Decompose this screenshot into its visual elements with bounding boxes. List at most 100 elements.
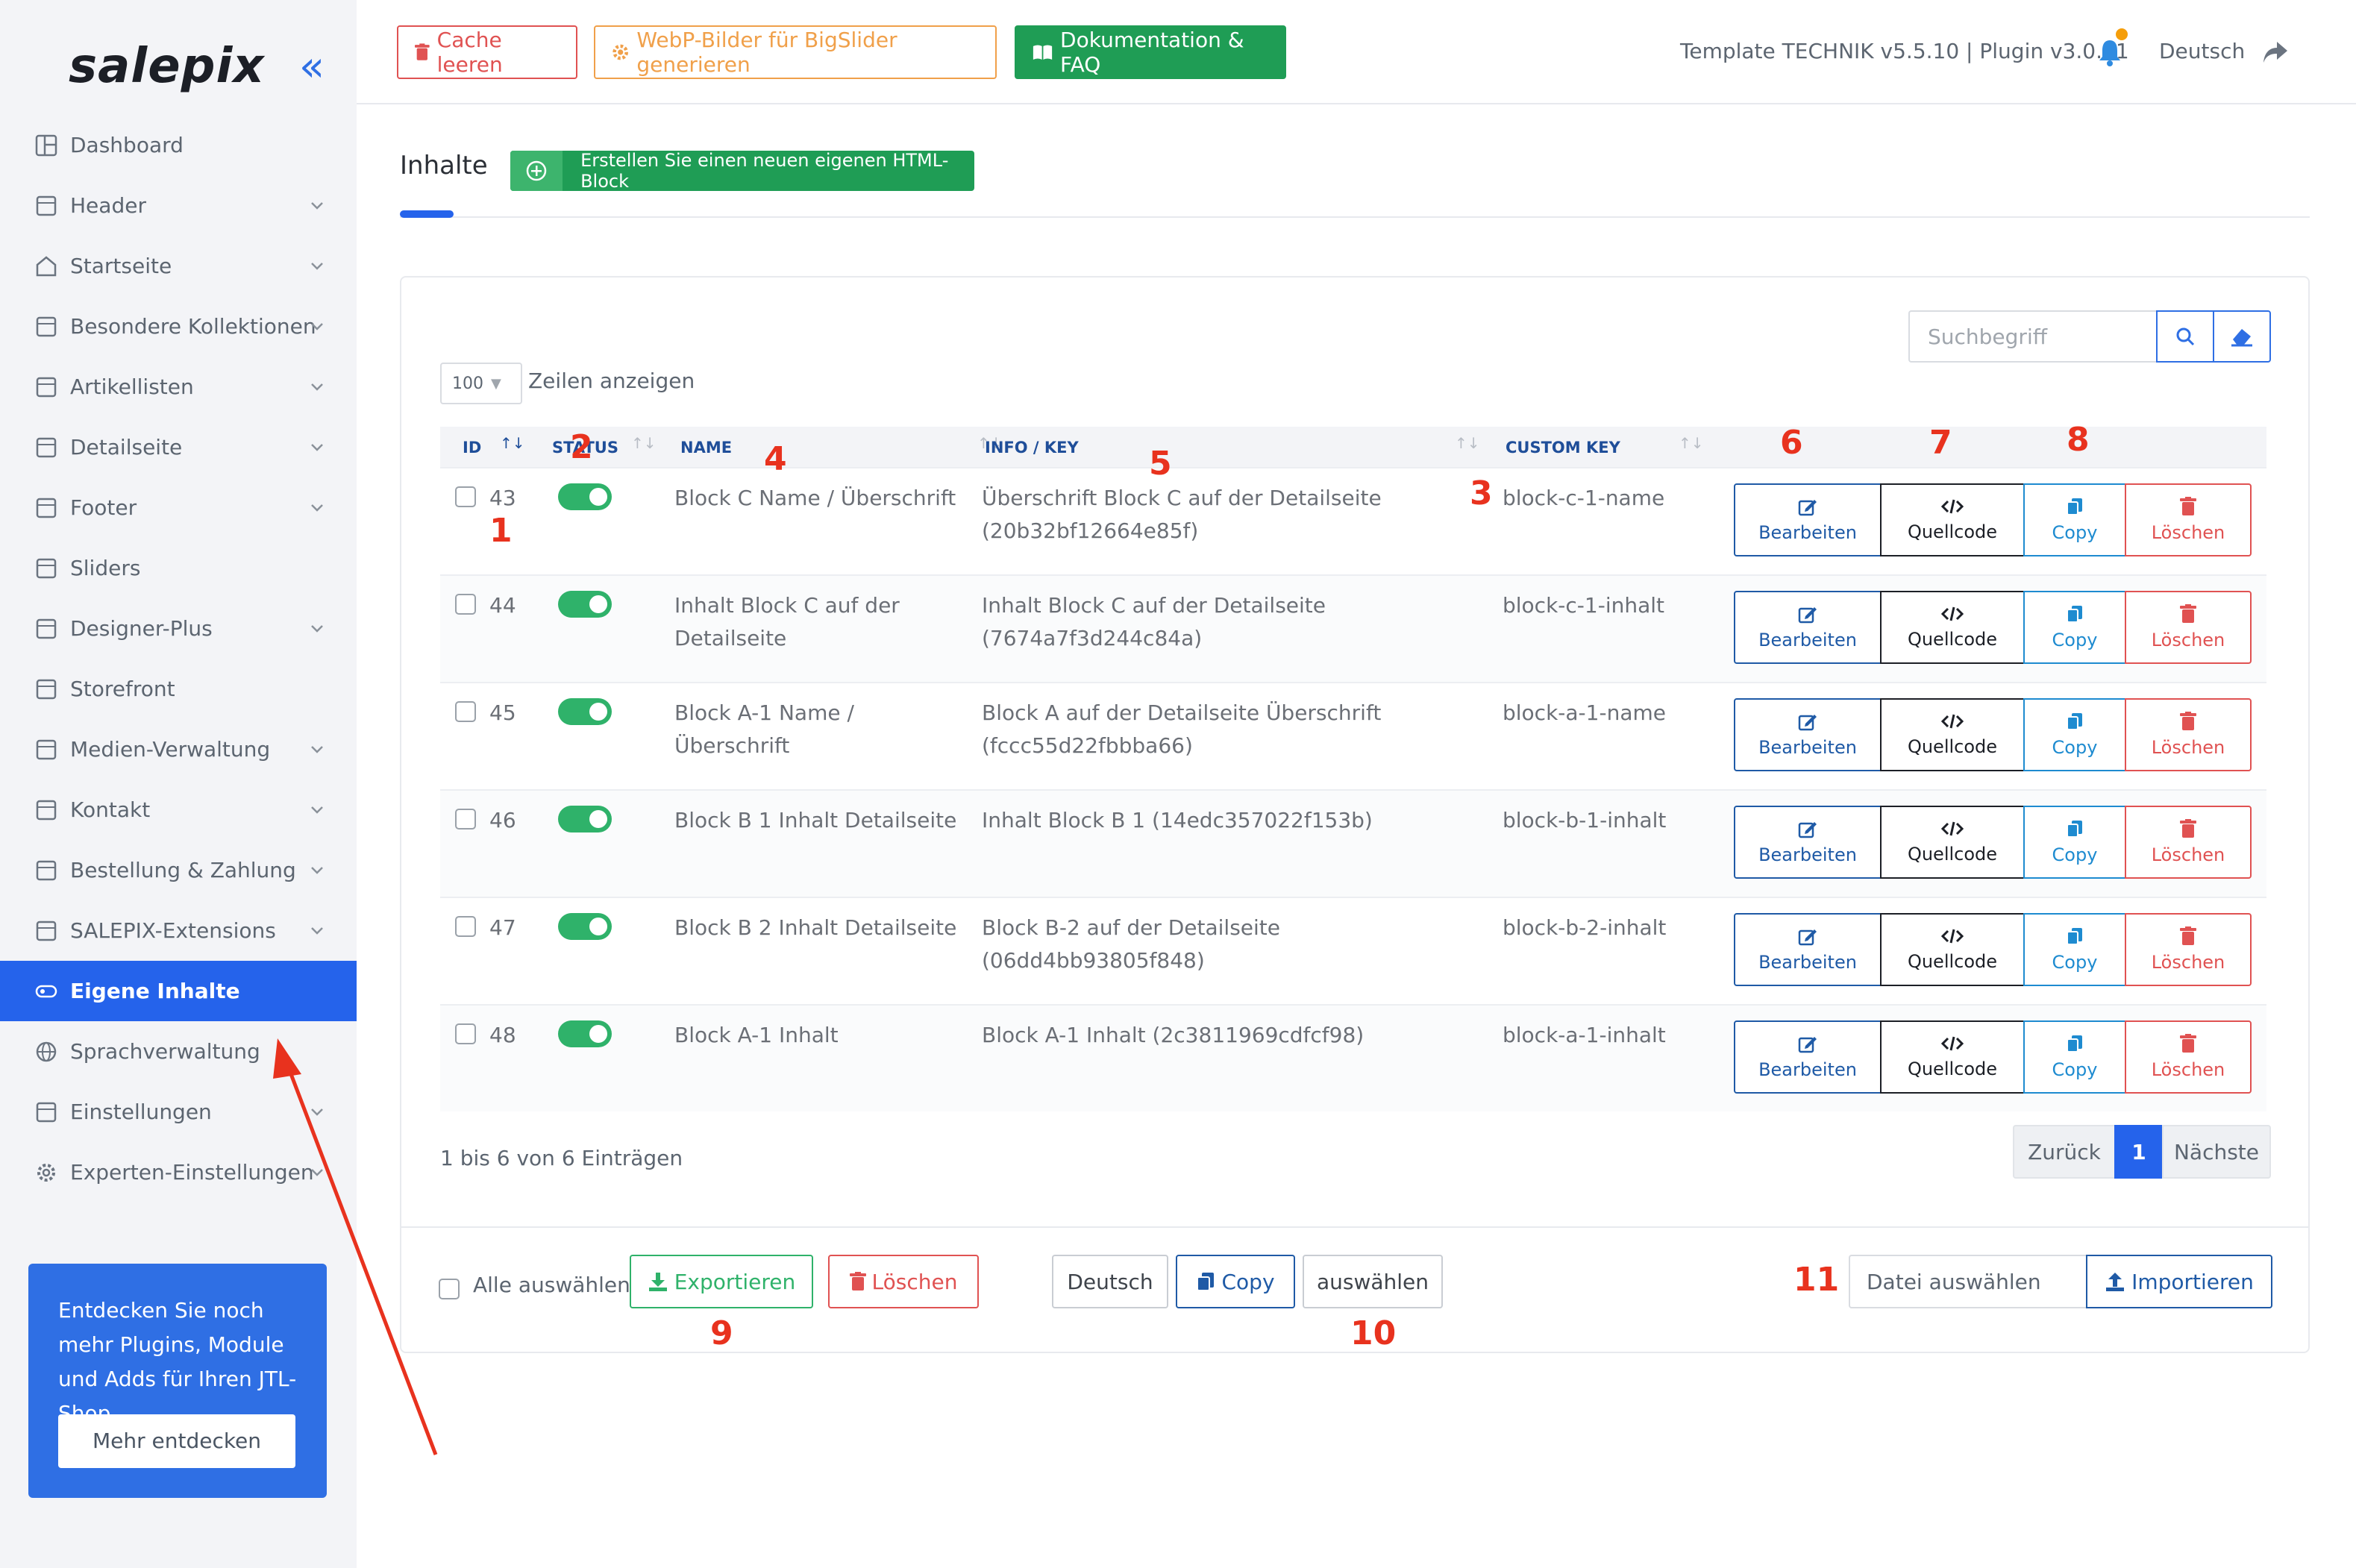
bulk-delete-button[interactable]: Löschen	[828, 1255, 979, 1308]
copy-button[interactable]: Copy	[2023, 1020, 2126, 1094]
row-checkbox[interactable]	[455, 594, 476, 615]
sidebar-item-experten-einstellungen[interactable]: Experten-Einstellungen	[0, 1142, 357, 1202]
salepix-logo[interactable]: salepix	[69, 39, 265, 94]
mehr-entdecken-button[interactable]: Mehr entdecken	[58, 1414, 295, 1468]
pager-page-1[interactable]: 1	[2114, 1125, 2164, 1179]
file-select-input[interactable]: Datei auswählen	[1849, 1255, 2087, 1308]
sidebar-item-sliders[interactable]: Sliders	[0, 538, 357, 598]
code-icon	[1941, 1036, 1964, 1051]
sidebar-item-header[interactable]: Header	[0, 175, 357, 236]
search-input[interactable]: Suchbegriff	[1908, 310, 2156, 363]
status-toggle[interactable]	[558, 806, 612, 832]
sidebar-item-startseite[interactable]: Startseite	[0, 236, 357, 296]
edit-button[interactable]: Bearbeiten	[1734, 1020, 1882, 1094]
delete-button[interactable]: Löschen	[2125, 698, 2252, 771]
status-toggle[interactable]	[558, 913, 612, 940]
source-code-label: Quellcode	[1907, 844, 1998, 865]
sidebar-item-artikellisten[interactable]: Artikellisten	[0, 357, 357, 417]
sidebar-item-dashboard[interactable]: Dashboard	[0, 115, 357, 175]
sidebar-item-eigene-inhalte[interactable]: Eigene Inhalte	[0, 961, 357, 1021]
delete-button[interactable]: Löschen	[2125, 913, 2252, 986]
source-code-button[interactable]: Quellcode	[1880, 483, 2025, 556]
copy-button[interactable]: Copy	[2023, 913, 2126, 986]
sort-icon[interactable]: ↑↓	[1455, 434, 1480, 452]
sidebar-item-salepix-extensions[interactable]: SALEPIX-Extensions	[0, 900, 357, 961]
status-toggle[interactable]	[558, 1020, 612, 1047]
delete-button[interactable]: Löschen	[2125, 483, 2252, 556]
status-toggle[interactable]	[558, 698, 612, 725]
row-checkbox[interactable]	[455, 809, 476, 830]
edit-icon	[1798, 929, 1817, 946]
select-all-checkbox[interactable]	[439, 1279, 460, 1299]
edit-button[interactable]: Bearbeiten	[1734, 698, 1882, 771]
source-code-button[interactable]: Quellcode	[1880, 698, 2025, 771]
sidebar-collapse-icon[interactable]: «	[289, 45, 334, 90]
source-code-button[interactable]: Quellcode	[1880, 806, 2025, 879]
bell-icon[interactable]	[2096, 37, 2123, 67]
delete-button[interactable]: Löschen	[2125, 806, 2252, 879]
row-info-line1: Inhalt Block C auf der Detailseite	[982, 593, 1326, 618]
sidebar-item-einstellungen[interactable]: Einstellungen	[0, 1082, 357, 1142]
edit-button[interactable]: Bearbeiten	[1734, 591, 1882, 664]
delete-button[interactable]: Löschen	[2125, 1020, 2252, 1094]
sidebar-item-footer[interactable]: Footer	[0, 477, 357, 538]
search-button[interactable]	[2156, 310, 2214, 363]
edit-button[interactable]: Bearbeiten	[1734, 806, 1882, 879]
col-info-header[interactable]: INFO / KEY	[985, 439, 1079, 457]
edit-button[interactable]: Bearbeiten	[1734, 483, 1882, 556]
share-icon[interactable]	[2262, 40, 2289, 64]
sort-icon[interactable]: ↑↓	[631, 434, 657, 452]
webp-generate-button[interactable]: WebP-Bilder für BigSlider generieren	[594, 25, 997, 79]
sidebar-item-medien-verwaltung[interactable]: Medien-Verwaltung	[0, 719, 357, 780]
sidebar-item-bestellung-zahlung[interactable]: Bestellung & Zahlung	[0, 840, 357, 900]
source-code-button[interactable]: Quellcode	[1880, 913, 2025, 986]
copy-button[interactable]: Copy	[2023, 483, 2126, 556]
bulk-copy-button[interactable]: Copy	[1176, 1255, 1295, 1308]
row-checkbox[interactable]	[455, 916, 476, 937]
source-code-button[interactable]: Quellcode	[1880, 1020, 2025, 1094]
sidebar-item-designer-plus[interactable]: Designer-Plus	[0, 598, 357, 659]
edit-button[interactable]: Bearbeiten	[1734, 913, 1882, 986]
chevron-down-icon	[311, 202, 323, 210]
delete-label: Löschen	[2151, 952, 2225, 973]
source-code-button[interactable]: Quellcode	[1880, 591, 2025, 664]
import-button[interactable]: Importieren	[2086, 1255, 2272, 1308]
dokumentation-faq-button[interactable]: Dokumentation & FAQ	[1015, 25, 1286, 79]
cache-leeren-label: Cache leeren	[436, 28, 503, 77]
row-info-line1: Block B-2 auf der Detailseite (06dd4bb93…	[982, 915, 1281, 973]
sort-asc-icon[interactable]: ↑↓	[500, 434, 525, 452]
sort-icon[interactable]: ↑↓	[1679, 434, 1704, 452]
copy-button[interactable]: Copy	[2023, 591, 2126, 664]
sidebar-item-besondere-kollektionen[interactable]: Besondere Kollektionen	[0, 296, 357, 357]
language-selector[interactable]: Deutsch	[2159, 39, 2245, 63]
pager-prev-button[interactable]: Zurück	[2013, 1125, 2116, 1179]
copy-button[interactable]: Copy	[2023, 698, 2126, 771]
select-target-button[interactable]: auswählen	[1303, 1255, 1443, 1308]
storefront-icon	[34, 677, 58, 701]
row-checkbox[interactable]	[455, 1023, 476, 1044]
content-table-card: Suchbegriff 100 ▼ Zeilen anzeigen ID ↑↓ …	[400, 276, 2310, 1353]
sidebar-item-storefront[interactable]: Storefront	[0, 659, 357, 719]
row-checkbox[interactable]	[455, 701, 476, 722]
row-checkbox[interactable]	[455, 486, 476, 507]
sidebar-item-sprachverwaltung[interactable]: Sprachverwaltung	[0, 1021, 357, 1082]
sidebar-item-kontakt[interactable]: Kontakt	[0, 780, 357, 840]
page-length-select[interactable]: 100 ▼	[440, 363, 522, 404]
clear-search-button[interactable]	[2213, 310, 2271, 363]
cache-leeren-button[interactable]: Cache leeren	[397, 25, 577, 79]
col-name-header[interactable]: NAME	[680, 439, 732, 457]
target-language-button[interactable]: Deutsch	[1052, 1255, 1168, 1308]
sidebar-item-detailseite[interactable]: Detailseite	[0, 417, 357, 477]
gear-icon	[34, 1161, 58, 1185]
annotation-10: 10	[1350, 1314, 1397, 1352]
create-html-block-button[interactable]: Erstellen Sie einen neuen eigenen HTML-B…	[510, 150, 974, 192]
col-custom-key-header[interactable]: CUSTOM KEY	[1506, 439, 1620, 457]
status-toggle[interactable]	[558, 591, 612, 618]
status-toggle[interactable]	[558, 483, 612, 510]
export-button[interactable]: Exportieren	[630, 1255, 813, 1308]
trash-icon	[2180, 1034, 2196, 1053]
col-id-header[interactable]: ID	[463, 439, 481, 457]
pager-next-button[interactable]: Nächste	[2162, 1125, 2271, 1179]
copy-button[interactable]: Copy	[2023, 806, 2126, 879]
delete-button[interactable]: Löschen	[2125, 591, 2252, 664]
